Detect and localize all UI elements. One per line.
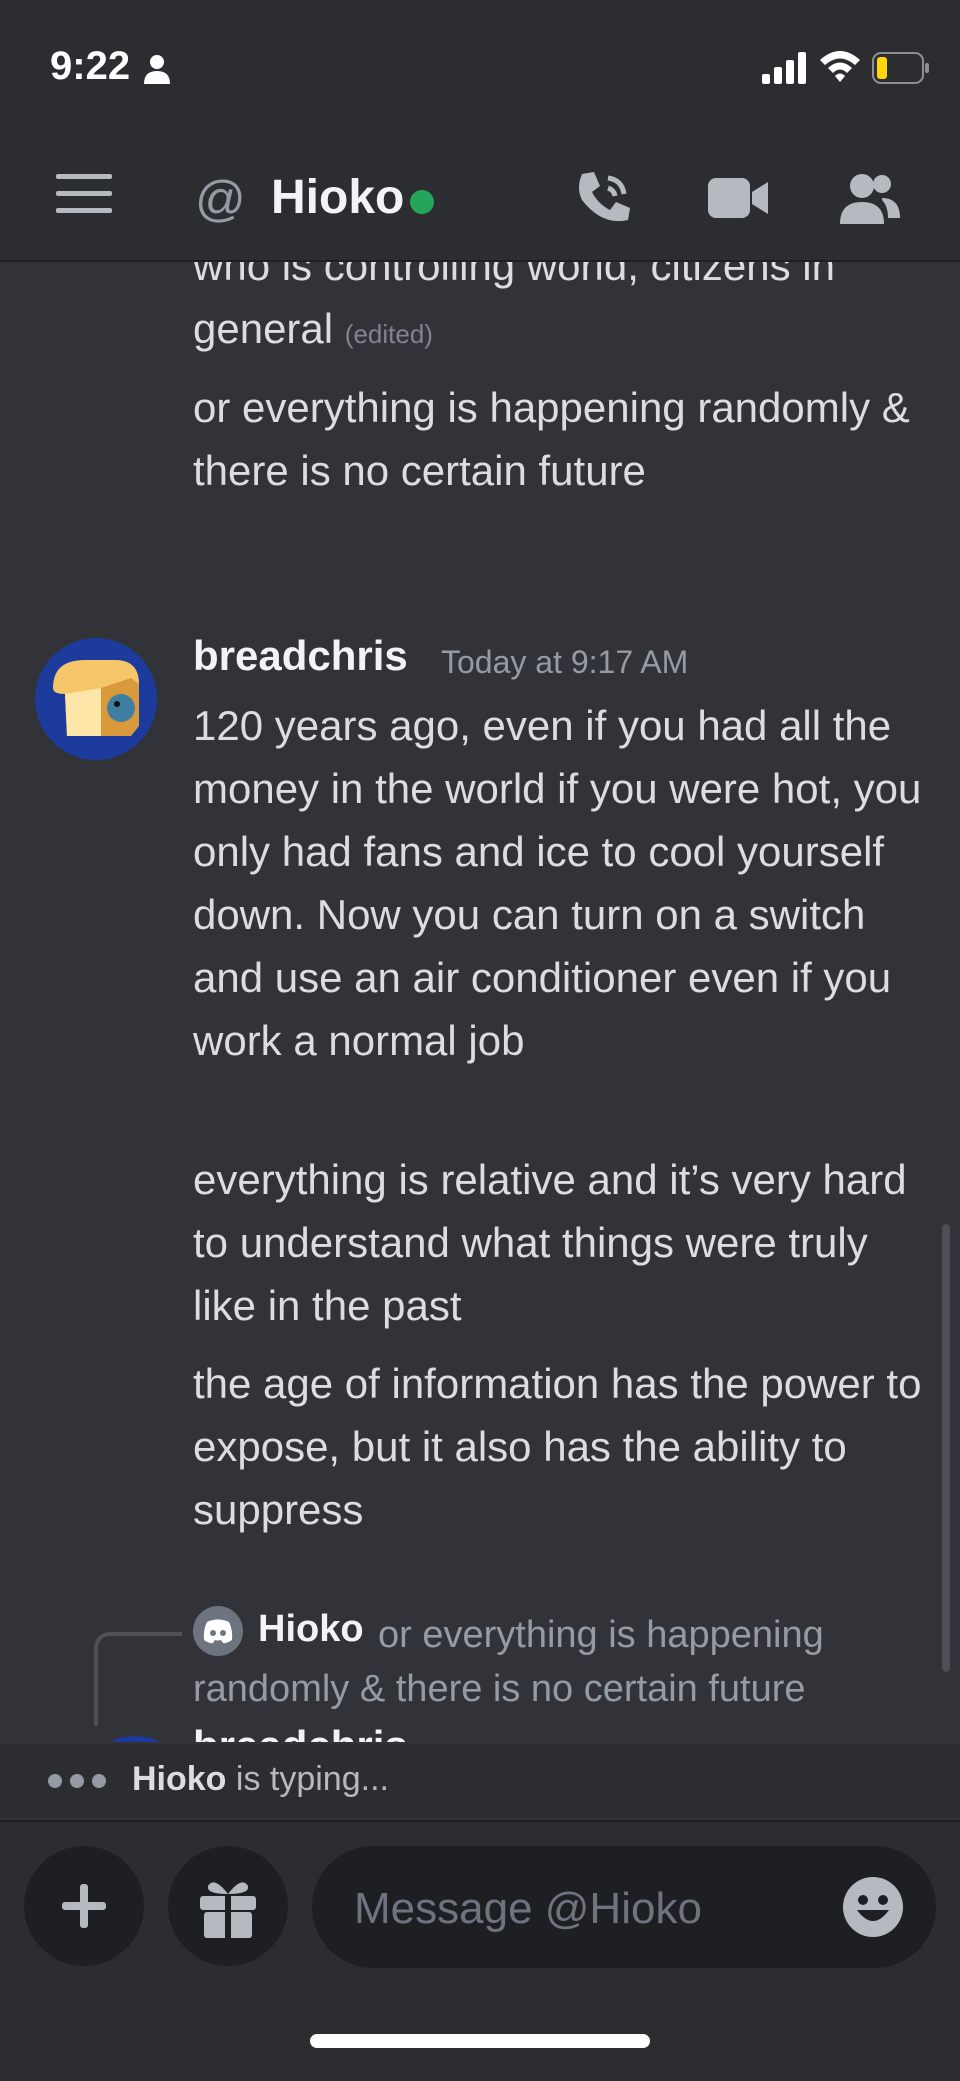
discord-icon — [193, 1606, 243, 1656]
avatar[interactable] — [80, 1736, 190, 1742]
message-text: everything is relative and it’s very har… — [193, 1156, 907, 1329]
scrollbar[interactable] — [942, 1224, 950, 1672]
add-attachment-button[interactable] — [24, 1846, 144, 1966]
gift-icon — [200, 1882, 256, 1938]
dm-title[interactable]: Hioko — [271, 170, 404, 225]
message-text: who is controlling world, citizens in ge… — [193, 262, 933, 366]
home-indicator[interactable] — [310, 2034, 650, 2048]
status-time: 9:22 — [50, 44, 131, 88]
message-input[interactable]: Message @Hioko — [312, 1846, 936, 1968]
at-icon: @ — [195, 171, 246, 227]
plus-icon — [62, 1884, 106, 1928]
message-input-placeholder: Message @Hioko — [354, 1884, 702, 1933]
message-list[interactable]: who is controlling world, citizens in ge… — [0, 262, 960, 1742]
typing-dots-icon — [48, 1774, 114, 1793]
typing-indicator: Hioko is typing... — [0, 1744, 960, 1818]
message-timestamp: Today at 9:17 AM — [441, 644, 689, 680]
message-author[interactable]: breadchris — [193, 1722, 408, 1742]
battery-icon — [872, 52, 929, 84]
reply-author[interactable]: Hioko — [258, 1608, 364, 1651]
edited-label: (edited) — [344, 319, 433, 349]
channel-header: @ Hioko — [0, 130, 960, 262]
online-status-indicator — [410, 190, 434, 214]
gift-button[interactable] — [168, 1846, 288, 1966]
message-text: or everything is happening randomly & th… — [193, 384, 910, 494]
voice-call-icon[interactable] — [572, 166, 636, 230]
avatar[interactable] — [35, 638, 157, 760]
emoji-icon[interactable] — [842, 1876, 904, 1938]
members-icon[interactable] — [838, 170, 902, 226]
signal-icon — [762, 52, 806, 84]
person-icon — [144, 55, 170, 84]
typing-text: Hioko is typing... — [132, 1760, 389, 1798]
message-text: 120 years ago, even if you had all the m… — [193, 702, 922, 1064]
message-author[interactable]: breadchris — [193, 632, 408, 680]
bread-avatar-icon — [53, 660, 139, 736]
message-line: who is controlling world, citizens in — [193, 262, 835, 289]
message-text: the age of information has the power to … — [193, 1360, 922, 1533]
reply-connector — [94, 1632, 182, 1726]
wifi-icon — [820, 51, 860, 82]
video-call-icon[interactable] — [706, 170, 770, 226]
message-line: general (edited) — [193, 305, 433, 352]
status-bar: 9:22 — [0, 0, 960, 130]
menu-icon[interactable] — [56, 174, 112, 214]
